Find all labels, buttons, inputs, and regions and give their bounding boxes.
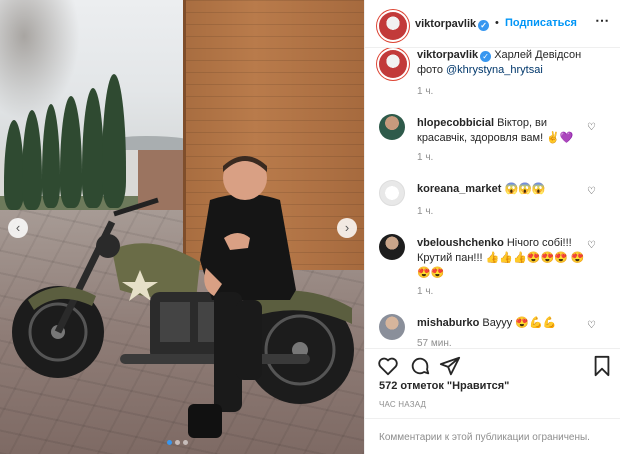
carousel-next-button[interactable]: › [337,218,357,238]
like-comment-heart-icon[interactable]: ♡ [587,320,596,331]
comment-time[interactable]: 57 мин. [417,338,452,348]
share-icon[interactable] [439,355,461,377]
comment-username[interactable]: mishaburko [417,317,479,329]
caption-time[interactable]: 1 ч. [417,86,433,97]
comment-time[interactable]: 1 ч. [417,286,433,297]
comments-list: viktorpavlik ✓ Харлей Девідсон фото @khry… [365,48,620,348]
carousel-dot [167,440,172,445]
comment-icon[interactable] [409,355,431,377]
post-timestamp[interactable]: ЧАС НАЗАД [379,400,426,409]
caption-username[interactable]: viktorpavlik [417,49,478,61]
separator-dot: • [495,17,499,29]
post-header: viktorpavlik ✓ • Подписаться ⋯ [365,0,620,48]
post-photo[interactable]: ‹ › [0,0,364,454]
commenter-avatar[interactable] [379,114,405,140]
carousel-dot [183,440,188,445]
commenter-avatar[interactable] [379,180,405,206]
carousel-indicator [167,440,188,445]
caption-line2: фото [417,64,447,76]
comment-text: 😱😱😱 [504,183,546,195]
commenter-avatar[interactable] [379,314,405,340]
comment-username[interactable]: vbeloushchenko [417,237,504,249]
header-username[interactable]: viktorpavlik ✓ [415,18,490,31]
more-options-icon[interactable]: ⋯ [595,12,610,29]
likes-count[interactable]: 572 отметок "Нравится" [379,380,509,392]
heart-icon[interactable] [377,355,399,377]
bookmark-icon[interactable] [591,355,613,377]
comment-username[interactable]: hlopecobbicial [417,117,494,129]
carousel-prev-button[interactable]: ‹ [8,218,28,238]
verified-badge-icon: ✓ [480,51,492,62]
avatar[interactable] [379,12,407,40]
comment-time[interactable]: 1 ч. [417,206,433,217]
post-actions-bar [365,348,620,380]
comments-disabled-footer: Комментарии к этой публикации ограничены… [365,418,620,454]
avatar[interactable] [379,50,407,78]
comment-time[interactable]: 1 ч. [417,152,433,163]
caption-mention-link[interactable]: @khrystyna_hrytsai [446,64,543,76]
comment-username[interactable]: koreana_market [417,183,501,195]
username-text[interactable]: viktorpavlik [415,18,476,30]
like-comment-heart-icon[interactable]: ♡ [587,122,596,133]
post-side-panel: viktorpavlik ✓ • Подписаться ⋯ viktorpavl… [364,0,620,454]
commenter-avatar[interactable] [379,234,405,260]
follow-button[interactable]: Подписаться [505,17,577,29]
comments-disabled-text: Комментарии к этой публикации ограничены… [379,432,590,443]
comment-text: Вауyy 😍💪💪 [482,317,557,329]
like-comment-heart-icon[interactable]: ♡ [587,240,596,251]
verified-badge-icon: ✓ [478,20,490,31]
caption-text: Харлей Девідсон [494,49,582,61]
like-comment-heart-icon[interactable]: ♡ [587,186,596,197]
carousel-dot [175,440,180,445]
motorcycle-illustration [12,156,354,438]
